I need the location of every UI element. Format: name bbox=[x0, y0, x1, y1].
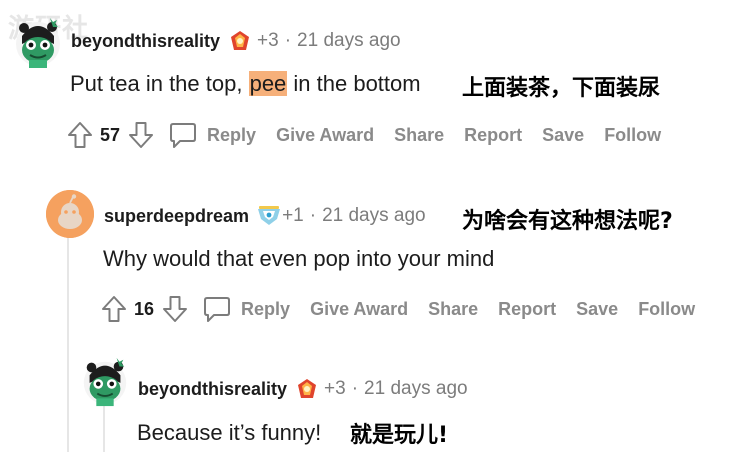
timestamp[interactable]: 21 days ago bbox=[364, 378, 468, 400]
frog-avatar-icon[interactable] bbox=[10, 14, 64, 68]
award-icon[interactable] bbox=[229, 30, 251, 52]
action-bar: 57 Reply Give Award Share Report Save Fo… bbox=[67, 120, 661, 150]
report-button[interactable]: Report bbox=[464, 125, 522, 146]
username[interactable]: beyondthisreality bbox=[138, 379, 287, 400]
frog-avatar-icon[interactable] bbox=[78, 354, 130, 407]
username[interactable]: superdeepdream bbox=[104, 206, 249, 227]
comment-text: Put tea in the top, bbox=[70, 71, 249, 96]
award-icon[interactable] bbox=[296, 378, 318, 400]
save-button[interactable]: Save bbox=[542, 125, 584, 146]
comment-bubble-icon bbox=[202, 294, 232, 324]
thread-line bbox=[103, 405, 105, 452]
reply-label: Reply bbox=[207, 124, 257, 145]
chinese-translation: 就是玩儿! bbox=[350, 423, 449, 448]
vote-score: 57 bbox=[100, 124, 121, 145]
award-points: +1 bbox=[282, 205, 304, 226]
comment-meta: superdeepdream +1 · 21 days ago bbox=[104, 205, 426, 227]
separator-dot: · bbox=[284, 30, 292, 51]
comment-bubble-icon bbox=[168, 120, 198, 150]
comment-text: in the bottom bbox=[287, 71, 421, 96]
give-award-button[interactable]: Give Award bbox=[276, 125, 374, 146]
reply-button[interactable]: Reply bbox=[202, 294, 290, 324]
downvote-icon[interactable] bbox=[162, 295, 188, 323]
give-award-button[interactable]: Give Award bbox=[310, 299, 408, 320]
action-bar: 16 Reply Give Award Share Report Save Fo… bbox=[101, 294, 695, 324]
chinese-translation: 为啥会有这种想法呢? bbox=[462, 209, 673, 234]
save-button[interactable]: Save bbox=[576, 299, 618, 320]
chinese-translation: 上面装茶，下面装尿 bbox=[462, 76, 661, 101]
timestamp[interactable]: 21 days ago bbox=[297, 30, 401, 52]
separator-dot: · bbox=[351, 378, 359, 399]
follow-button[interactable]: Follow bbox=[604, 125, 661, 146]
share-button[interactable]: Share bbox=[428, 299, 478, 320]
username[interactable]: beyondthisreality bbox=[71, 31, 220, 52]
reply-label: Reply bbox=[241, 298, 291, 319]
report-button[interactable]: Report bbox=[498, 299, 556, 320]
upvote-icon[interactable] bbox=[67, 121, 93, 149]
comment-body: Put tea in the top, pee in the bottom bbox=[70, 71, 421, 97]
share-button[interactable]: Share bbox=[394, 125, 444, 146]
comment-meta: beyondthisreality +3 · 21 days ago bbox=[71, 30, 401, 52]
comment-meta: beyondthisreality +3 · 21 days ago bbox=[138, 378, 468, 400]
separator-dot: · bbox=[309, 205, 317, 226]
award-points: +3 bbox=[257, 30, 279, 51]
thread-line bbox=[67, 232, 69, 452]
upvote-icon[interactable] bbox=[101, 295, 127, 323]
snoo-avatar-icon[interactable] bbox=[46, 190, 94, 238]
highlighted-word: pee bbox=[248, 71, 288, 96]
timestamp[interactable]: 21 days ago bbox=[322, 205, 426, 227]
award-points: +3 bbox=[324, 378, 346, 399]
award-icon[interactable] bbox=[256, 205, 281, 227]
vote-score: 16 bbox=[134, 298, 155, 319]
reply-button[interactable]: Reply bbox=[168, 120, 256, 150]
comment-body: Because it’s funny! bbox=[137, 420, 322, 445]
downvote-icon[interactable] bbox=[128, 121, 154, 149]
comment-body: Why would that even pop into your mind bbox=[103, 246, 495, 271]
follow-button[interactable]: Follow bbox=[638, 299, 695, 320]
